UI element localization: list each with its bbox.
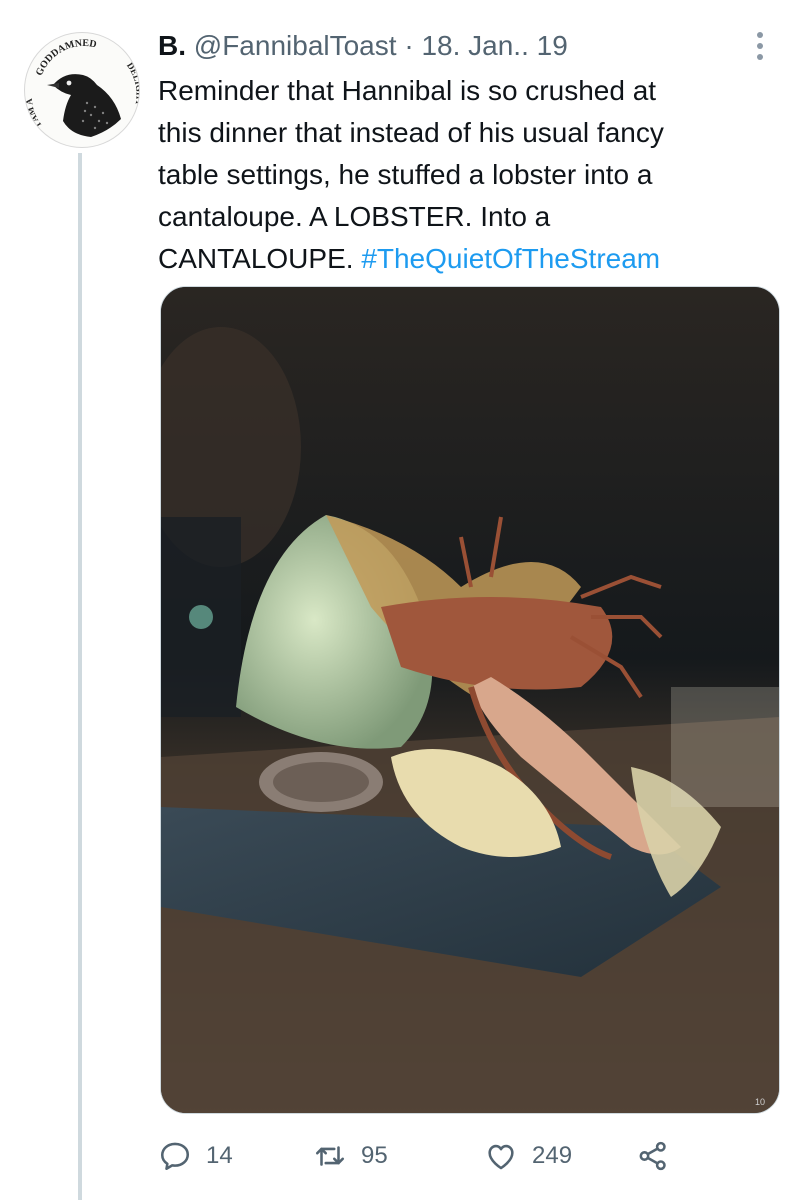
bird-logo: GODDAMNED I AM A DELIGHT [25, 35, 139, 145]
like-count: 249 [532, 1142, 573, 1169]
avatar[interactable]: GODDAMNED I AM A DELIGHT [24, 32, 140, 148]
hashtag-link[interactable]: #TheQuietOfTheStream [361, 243, 660, 274]
tweet-header: B. @FannibalToast · 18. Jan.. 19 [158, 28, 568, 64]
user-handle[interactable]: @FannibalToast [194, 30, 397, 61]
reply-count: 14 [206, 1142, 233, 1169]
separator-dot: · [404, 30, 414, 61]
reply-icon [160, 1142, 190, 1171]
tweet-photo[interactable]: 10 [160, 286, 780, 1114]
retweet-icon [315, 1146, 345, 1166]
tweet-text: Reminder that Hannibal is so crushed at … [158, 70, 758, 280]
more-options-icon[interactable] [744, 30, 776, 62]
lobster-cantaloupe-photo: 10 [161, 287, 779, 1113]
reply-button[interactable]: 14 [158, 1132, 233, 1180]
retweet-button[interactable]: 95 [313, 1132, 388, 1180]
share-icon [639, 1141, 666, 1171]
photo-corner-mark: 10 [755, 1097, 765, 1107]
heart-icon [488, 1144, 514, 1170]
display-name[interactable]: B. [158, 30, 186, 61]
like-button[interactable]: 249 [484, 1132, 572, 1180]
action-bar: 14 95 249 [158, 1132, 778, 1180]
thread-line [78, 153, 82, 1200]
retweet-count: 95 [361, 1142, 388, 1169]
share-button[interactable] [636, 1132, 684, 1180]
tweet-date[interactable]: 18. Jan.. 19 [421, 30, 567, 61]
